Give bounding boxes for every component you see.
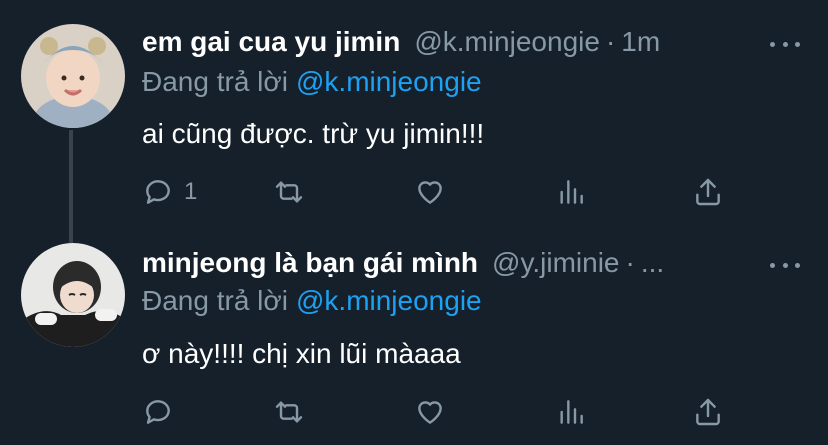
replying-to-label: Đang trả lời — [142, 66, 288, 97]
separator: · — [625, 247, 635, 278]
share-button[interactable] — [692, 172, 724, 212]
avatar[interactable] — [21, 24, 125, 128]
display-name[interactable]: minjeong là bạn gái mình — [142, 247, 478, 278]
action-bar: 1 — [142, 172, 742, 212]
stats-icon — [560, 180, 583, 204]
like-icon — [418, 401, 442, 424]
reply-icon — [146, 400, 170, 424]
reply-count: 1 — [184, 178, 198, 205]
timestamp[interactable]: 1m — [621, 26, 660, 57]
share-icon — [696, 398, 720, 426]
avatar[interactable] — [21, 243, 125, 347]
stats-icon — [560, 400, 583, 424]
stats-button[interactable] — [555, 392, 587, 432]
retweet-button[interactable] — [273, 172, 305, 212]
reply-icon — [146, 180, 170, 204]
like-icon — [418, 181, 442, 204]
mention-link[interactable]: @k.minjeongie — [296, 285, 482, 316]
retweet-icon — [275, 181, 303, 203]
display-name[interactable]: em gai cua yu jimin — [142, 26, 400, 57]
more-icon[interactable] — [770, 34, 800, 54]
like-button[interactable] — [414, 392, 446, 432]
share-icon — [696, 178, 720, 206]
tweet-header: em gai cua yu jimin @k.minjeongie · 1m — [142, 26, 748, 58]
reply-button[interactable]: 1 — [142, 172, 197, 212]
tweet[interactable]: em gai cua yu jimin @k.minjeongie · 1m Đang… — [0, 0, 828, 243]
replying-to: Đang trả lời @k.minjeongie — [142, 66, 482, 98]
more-icon[interactable] — [770, 255, 800, 275]
reply-button[interactable] — [142, 392, 184, 432]
action-bar — [142, 392, 742, 432]
separator: · — [605, 26, 616, 57]
tweet-text: ai cũng được. trừ yu jimin!!! — [142, 118, 485, 149]
user-handle[interactable]: @k.minjeongie — [414, 26, 600, 57]
replying-to-label: Đang trả lời — [142, 285, 288, 316]
tweet-header: minjeong là bạn gái mình @y.jiminie ·... — [142, 247, 748, 279]
thread-line — [69, 130, 73, 243]
user-handle[interactable]: @y.jiminie — [492, 247, 619, 278]
tweet[interactable]: minjeong là bạn gái mình @y.jiminie ·... Đ… — [0, 235, 828, 445]
mention-link[interactable]: @k.minjeongie — [296, 66, 482, 97]
share-button[interactable] — [692, 392, 724, 432]
stats-button[interactable] — [555, 172, 587, 212]
tweet-text: ơ này!!!! chị xin lũi màaaa — [142, 338, 461, 369]
retweet-icon — [275, 401, 303, 423]
timestamp[interactable]: ... — [641, 247, 664, 278]
replying-to: Đang trả lời @k.minjeongie — [142, 285, 482, 317]
retweet-button[interactable] — [273, 392, 305, 432]
like-button[interactable] — [414, 172, 446, 212]
